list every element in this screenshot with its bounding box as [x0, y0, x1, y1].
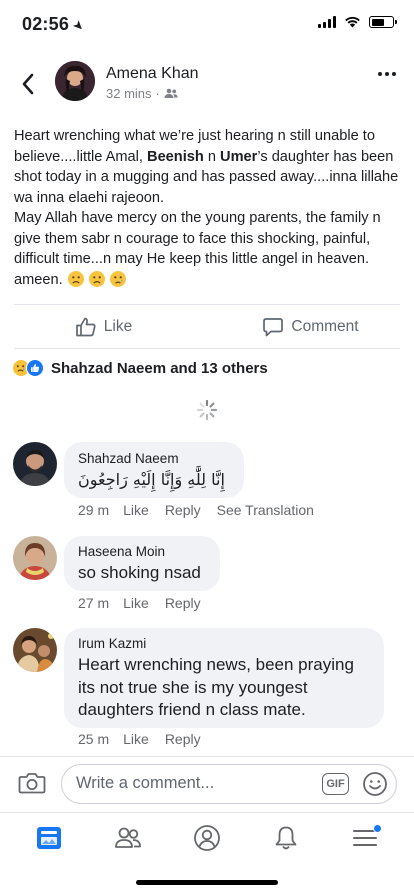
like-button[interactable]: Like [0, 306, 207, 348]
comment-bubble[interactable]: Irum Kazmi Heart wrenching news, been pr… [64, 628, 384, 728]
post-paragraph-1: Heart wrenching what we’re just hearing … [14, 128, 399, 206]
comment-time: 25 m [78, 731, 110, 747]
cellular-signal-icon [318, 16, 336, 28]
crying-face-emoji-icon [109, 270, 126, 287]
loading-spinner-icon [196, 399, 218, 421]
reaction-icons [12, 359, 44, 377]
comment-like-link[interactable]: Like [123, 595, 149, 611]
divider [14, 348, 400, 349]
comment-actions: 29 m Like Reply See Translation [78, 502, 314, 518]
comment-reply-link[interactable]: Reply [165, 731, 201, 747]
nav-friends[interactable] [103, 818, 153, 858]
comment-button[interactable]: Comment [207, 306, 414, 348]
post-meta: 32 mins · [106, 86, 178, 101]
comment-like-link[interactable]: Like [123, 731, 149, 747]
comment-reply-link[interactable]: Reply [165, 595, 201, 611]
nav-profile[interactable] [182, 818, 232, 858]
comment-actions: 25 m Like Reply [78, 731, 201, 747]
bottom-navigation [0, 812, 414, 862]
bell-icon [275, 826, 297, 849]
comment-text: so shoking nsad [78, 563, 201, 582]
commenter-avatar[interactable] [13, 442, 57, 486]
comment-time: 29 m [78, 502, 110, 518]
clock-text: 02:56 [22, 14, 70, 34]
comment-text: Heart wrenching news, been praying its n… [78, 655, 354, 719]
commenter-name[interactable]: Haseena Moin [78, 544, 206, 559]
comment-bubble-icon [263, 318, 284, 337]
comment-bubble[interactable]: Haseena Moin so shoking nsad [64, 536, 220, 591]
news-feed-icon [37, 826, 62, 849]
like-reaction-icon [26, 359, 44, 377]
post-time: 32 mins [106, 86, 152, 101]
commenter-name[interactable]: Irum Kazmi [78, 636, 370, 651]
comment-time: 27 m [78, 595, 110, 611]
commenter-avatar[interactable] [13, 628, 57, 672]
author-avatar[interactable] [55, 61, 95, 101]
thumbs-up-icon [75, 317, 96, 337]
smiley-icon [363, 772, 387, 796]
comment-label: Comment [291, 318, 359, 335]
more-options-button[interactable] [378, 72, 396, 76]
gif-label: GIF [326, 778, 345, 790]
commenter-name[interactable]: Shahzad Naeem [78, 451, 230, 466]
camera-button[interactable] [18, 771, 46, 795]
see-translation-link[interactable]: See Translation [217, 502, 314, 518]
comment-composer: GIF [0, 756, 414, 812]
comment-bubble[interactable]: Shahzad Naeem إِنَّا لِلَّٰهِ وَإِنَّا إ… [64, 442, 244, 498]
comment-actions: 27 m Like Reply [78, 595, 201, 611]
comment-reply-link[interactable]: Reply [165, 502, 201, 518]
sad-face-emoji-icon [67, 270, 84, 287]
reactions-summary-text: Shahzad Naeem and 13 others [51, 359, 268, 377]
home-indicator[interactable] [136, 880, 278, 885]
status-time: 02:56➤ [22, 14, 88, 35]
comment-input-box[interactable]: GIF [61, 764, 397, 804]
commenter-avatar[interactable] [13, 536, 57, 580]
nav-news-feed[interactable] [24, 818, 74, 858]
emoji-button[interactable] [362, 771, 388, 797]
notification-dot [372, 823, 382, 833]
sad-face-emoji-icon [88, 270, 105, 287]
comment-text: إِنَّا لِلَّٰهِ وَإِنَّا إِلَيْهِ رَاجِع… [78, 470, 225, 489]
profile-icon [194, 824, 220, 851]
wifi-icon [345, 16, 360, 28]
post-paragraph-2: May Allah have mercy on the young parent… [14, 210, 381, 288]
post-action-bar: Like Comment [0, 306, 414, 348]
battery-icon [369, 16, 397, 28]
status-bar: 02:56➤ [0, 0, 414, 48]
like-label: Like [103, 318, 133, 335]
location-arrow-icon: ➤ [69, 16, 89, 35]
friends-privacy-icon[interactable] [164, 88, 178, 99]
back-button[interactable] [14, 68, 42, 100]
status-icons [318, 16, 397, 28]
nav-notifications[interactable] [261, 818, 311, 858]
meta-separator: · [155, 86, 160, 101]
post-body: Heart wrenching what we’re just hearing … [14, 126, 404, 290]
comment-input[interactable] [76, 774, 316, 793]
gif-button[interactable]: GIF [322, 773, 349, 795]
reactions-summary[interactable]: Shahzad Naeem and 13 others [12, 359, 268, 377]
divider [14, 304, 400, 305]
comment-like-link[interactable]: Like [123, 502, 149, 518]
friends-icon [115, 827, 142, 848]
camera-icon [18, 773, 46, 794]
author-name[interactable]: Amena Khan [106, 65, 199, 83]
post-header: Amena Khan 32 mins · [0, 58, 414, 114]
chevron-left-icon [22, 73, 34, 95]
nav-menu[interactable] [340, 818, 390, 858]
